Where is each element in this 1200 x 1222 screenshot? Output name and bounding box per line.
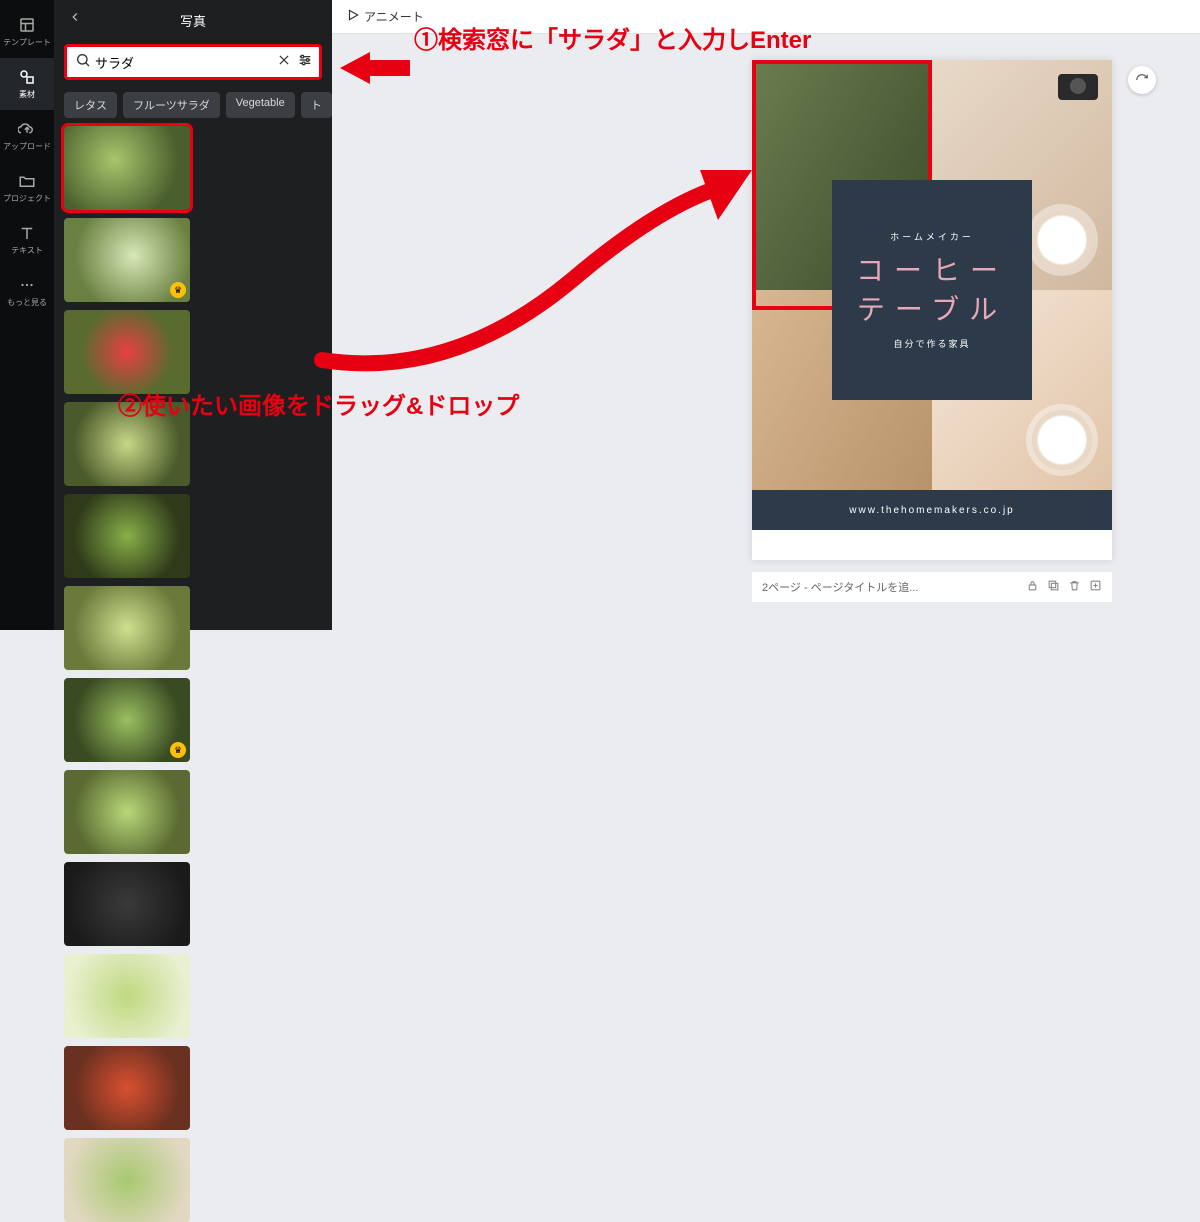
- photo-thumbnail[interactable]: [64, 310, 190, 394]
- design-page[interactable]: www.thehomemakers.co.jp ホームメイカー コーヒーテーブル…: [752, 60, 1112, 560]
- search-box[interactable]: [64, 44, 322, 80]
- nav-more[interactable]: もっと見る: [0, 266, 54, 318]
- reload-button[interactable]: [1128, 66, 1156, 94]
- top-toolbar: アニメート: [332, 0, 1200, 34]
- design-caption: 自分で作る家具: [893, 337, 970, 350]
- nav-uploads[interactable]: アップロード: [0, 110, 54, 162]
- photo-thumbnail[interactable]: [64, 402, 190, 486]
- clear-icon[interactable]: [277, 53, 291, 72]
- crown-icon: ♛: [170, 742, 186, 758]
- chip[interactable]: Vegetable: [226, 92, 295, 118]
- nav-rail: テンプレート 素材 アップロード プロジェクト テキスト もっと見る: [0, 0, 54, 630]
- photo-thumbnail[interactable]: [64, 1046, 190, 1130]
- side-panel: 写真 レタス フルーツサラダ Vegetable ト ♛♛: [54, 0, 332, 630]
- search-icon: [75, 52, 91, 73]
- photo-thumbnail[interactable]: [64, 586, 190, 670]
- photo-thumbnail[interactable]: [64, 126, 190, 210]
- photo-thumbnail[interactable]: [64, 494, 190, 578]
- panel-header: 写真: [54, 0, 332, 40]
- photo-grid: ♛♛: [54, 126, 332, 1222]
- chip[interactable]: ト: [301, 92, 332, 118]
- filter-icon[interactable]: [297, 52, 313, 73]
- nav-label: もっと見る: [7, 297, 47, 308]
- crown-icon: ♛: [170, 282, 186, 298]
- animate-label: アニメート: [364, 8, 424, 25]
- page-label: 2ページ - ページタイトルを追...: [762, 579, 918, 595]
- nav-label: テンプレート: [3, 37, 51, 48]
- back-button[interactable]: [68, 10, 82, 27]
- nav-label: アップロード: [3, 141, 51, 152]
- panel-title: 写真: [180, 11, 206, 30]
- nav-label: 素材: [19, 89, 35, 100]
- nav-label: プロジェクト: [3, 193, 51, 204]
- template-icon: [18, 16, 36, 34]
- photo-thumbnail[interactable]: [64, 770, 190, 854]
- text-icon: [18, 224, 36, 242]
- nav-text[interactable]: テキスト: [0, 214, 54, 266]
- photo-thumbnail[interactable]: [64, 862, 190, 946]
- search-input[interactable]: [91, 55, 271, 70]
- nav-projects[interactable]: プロジェクト: [0, 162, 54, 214]
- design-subtitle: ホームメイカー: [890, 230, 974, 243]
- page-bar: 2ページ - ページタイトルを追...: [752, 572, 1112, 602]
- chip[interactable]: レタス: [64, 92, 117, 118]
- photo-thumbnail[interactable]: [64, 1138, 190, 1222]
- annotation-arrow-1: [340, 48, 410, 93]
- more-icon: [18, 276, 36, 294]
- duplicate-icon[interactable]: [1047, 579, 1060, 595]
- design-footer[interactable]: www.thehomemakers.co.jp: [752, 490, 1112, 530]
- lock-icon[interactable]: [1026, 579, 1039, 595]
- upload-icon: [18, 120, 36, 138]
- design-text-block[interactable]: ホームメイカー コーヒーテーブル 自分で作る家具: [832, 180, 1032, 400]
- chip-row: レタス フルーツサラダ Vegetable ト: [54, 84, 332, 126]
- nav-templates[interactable]: テンプレート: [0, 6, 54, 58]
- elements-icon: [18, 68, 36, 86]
- nav-elements[interactable]: 素材: [0, 58, 54, 110]
- photo-thumbnail[interactable]: [64, 954, 190, 1038]
- chip[interactable]: フルーツサラダ: [123, 92, 220, 118]
- photo-thumbnail[interactable]: ♛: [64, 218, 190, 302]
- design-title: コーヒーテーブル: [856, 251, 1008, 329]
- nav-label: テキスト: [11, 245, 43, 256]
- annotation-arrow-2: [312, 120, 752, 395]
- trash-icon[interactable]: [1068, 579, 1081, 595]
- design-url: www.thehomemakers.co.jp: [849, 505, 1015, 516]
- animate-button[interactable]: アニメート: [346, 8, 424, 25]
- folder-icon: [18, 172, 36, 190]
- add-icon[interactable]: [1089, 579, 1102, 595]
- photo-thumbnail[interactable]: ♛: [64, 678, 190, 762]
- play-icon: [346, 8, 360, 25]
